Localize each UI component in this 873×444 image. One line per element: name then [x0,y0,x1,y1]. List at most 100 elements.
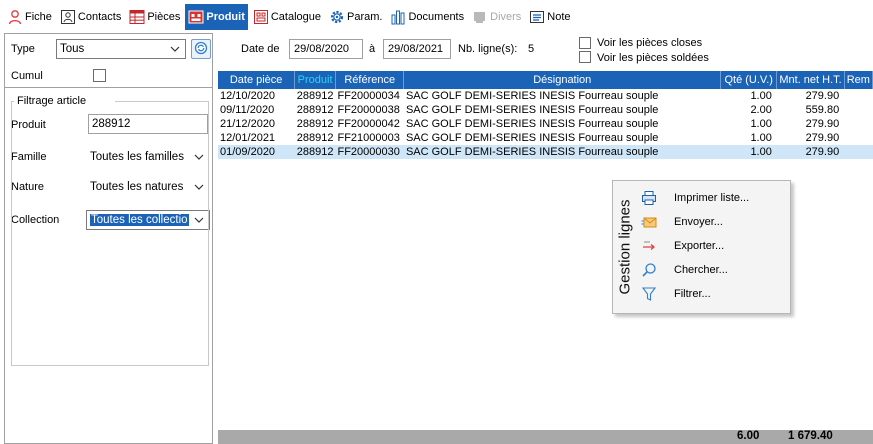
tab-documents-label: Documents [408,10,465,23]
tab-documents[interactable]: Documents [387,5,467,29]
closed-pieces-label: Voir les pièces closes [597,37,703,49]
menu-item-imprimer[interactable]: Imprimer liste... [637,186,790,210]
col-amount[interactable]: Mnt. net H.T. [776,71,845,89]
cell-reference: FF20000034 [337,90,400,102]
tab-produit[interactable]: Produit [185,3,248,30]
tab-note-label: Note [547,10,571,23]
to-label: à [369,43,376,55]
tab-note[interactable]: Note [526,5,573,29]
famille-value: Toutes les familles [90,151,184,163]
produit-field[interactable]: 288912 [88,114,208,134]
documents-grid-icon [129,9,145,25]
misc-icon [472,9,488,25]
gear-icon [329,9,345,25]
cell-amount: 559.80 [805,104,840,116]
cell-designation: SAC GOLF DEMI-SERIES INESIS Fourreau sou… [405,132,659,144]
cell-reference: FF20000038 [337,104,400,116]
menu-item-chercher[interactable]: Chercher... [637,258,790,282]
chevron-down-icon [193,181,205,193]
cell-designation: SAC GOLF DEMI-SERIES INESIS Fourreau sou… [405,104,659,116]
produit-value: 288912 [92,118,131,130]
cell-remise [844,145,873,159]
tab-catalogue[interactable]: Catalogue [250,5,324,29]
group-border [11,101,12,365]
tab-divers[interactable]: Divers [469,5,524,29]
cell-designation: SAC GOLF DEMI-SERIES INESIS Fourreau sou… [403,145,721,159]
tab-contacts[interactable]: Contacts [57,5,124,29]
funnel-icon [641,286,657,302]
cell-designation: SAC GOLF DEMI-SERIES INESIS Fourreau sou… [405,90,659,102]
type-value: Tous [60,43,85,55]
date-from-field[interactable]: 29/08/2020 [289,39,363,59]
table-row[interactable]: 12/01/2021 288912 FF21000003 SAC GOLF DE… [218,131,873,145]
cell-quantity: 1.00 [750,90,772,102]
tab-param-label: Param. [347,10,383,23]
table-row-selected[interactable]: 01/09/2020 288912 FF20000030 SAC GOLF DE… [218,145,873,159]
refresh-icon [194,41,208,58]
cell-amount: 279.90 [776,145,845,159]
cell-quantity: 1.00 [720,145,777,159]
col-designation[interactable]: Désignation [403,71,722,89]
cell-produit: 288912 [296,90,334,102]
cell-reference: FF20000030 [335,145,404,159]
table-row[interactable]: 21/12/2020 288912 FF20000042 SAC GOLF DE… [218,117,873,131]
person-outline-icon [7,9,23,25]
cell-remise [844,117,872,131]
cell-quantity: 1.00 [750,132,772,144]
collection-select[interactable]: Toutes les collectio [86,210,210,230]
cell-date: 01/09/2020 [218,145,295,159]
nature-label: Nature [11,181,45,193]
date-label: Date de [241,43,280,55]
menu-item-label: Exporter... [674,240,725,252]
menu-item-exporter[interactable]: Exporter... [637,234,790,258]
famille-label: Famille [11,151,47,163]
date-to-field[interactable]: 29/08/2021 [383,39,451,59]
tab-fiche[interactable]: Fiche [4,5,55,29]
col-quantity[interactable]: Qté (U.V.) [720,71,778,89]
settled-pieces-checkbox[interactable] [579,51,591,63]
famille-select[interactable]: Toutes les familles [86,147,210,167]
cell-date: 21/12/2020 [220,118,276,130]
cell-date: 09/11/2020 [220,104,275,116]
tab-contacts-label: Contacts [77,10,122,23]
tab-pieces-label: Pièces [147,10,181,23]
contacts-icon [60,9,76,25]
chevron-down-icon [193,214,205,226]
tab-fiche-label: Fiche [25,10,52,23]
filter-panel: Type Tous Cumul Filtrage article Produit… [4,33,213,444]
col-produit[interactable]: Produit [294,71,336,89]
cell-quantity: 2.00 [750,104,772,116]
nature-select[interactable]: Toutes les natures [86,177,210,197]
date-to-value: 29/08/2021 [388,43,444,55]
cumul-checkbox[interactable] [93,69,106,82]
closed-pieces-checkbox[interactable] [579,37,591,49]
type-select[interactable]: Tous [56,39,186,59]
menu-item-label: Imprimer liste... [674,192,750,204]
col-remise[interactable]: Rem [844,71,873,89]
table-row[interactable]: 12/10/2020 288912 FF20000034 SAC GOLF DE… [218,89,873,103]
totals-footer: 6.00 1 679.40 [218,430,873,444]
nature-value: Toutes les natures [90,181,184,193]
cell-produit: 288912 [296,104,334,116]
cell-reference: FF20000042 [337,118,400,130]
refresh-button[interactable] [191,39,211,59]
tab-param[interactable]: Param. [326,5,385,29]
col-date-piece[interactable]: Date pièce [218,71,296,89]
date-from-value: 29/08/2020 [294,43,350,55]
total-quantity: 6.00 [737,430,760,442]
lines-table: Date pièce Produit Référence Désignation… [218,71,873,159]
line-count-value: 5 [528,43,535,55]
export-arrow-icon [641,238,657,254]
menu-item-label: Chercher... [674,264,728,276]
menu-item-filtrer[interactable]: Filtrer... [637,282,790,306]
produit-label: Produit [11,119,46,131]
table-header-row: Date pièce Produit Référence Désignation… [218,71,873,89]
cell-quantity: 1.00 [750,118,772,130]
tab-pieces[interactable]: Pièces [126,5,183,29]
col-reference[interactable]: Référence [335,71,405,89]
menu-item-envoyer[interactable]: Envoyer... [637,210,790,234]
context-menu: Gestion lignes Imprimer liste... Envoyer… [612,180,791,314]
toolbar: Fiche Contacts Pièces Produit Catalogue … [0,0,873,33]
cell-produit: 288912 [294,145,336,159]
table-row[interactable]: 09/11/2020 288912 FF20000038 SAC GOLF DE… [218,103,873,117]
